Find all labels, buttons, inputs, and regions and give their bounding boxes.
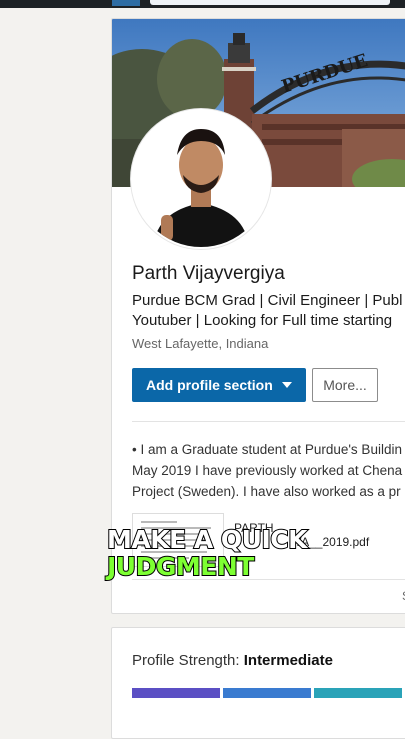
summary-line: • I am a Graduate student at Purdue's Bu… bbox=[132, 442, 402, 457]
strength-meter-segment bbox=[132, 688, 220, 698]
add-profile-section-button[interactable]: Add profile section bbox=[132, 368, 306, 402]
headline-line: Purdue BCM Grad | Civil Engineer | Publ bbox=[132, 292, 403, 309]
document-text-line bbox=[141, 521, 177, 523]
profile-name: Parth Vijayvergiya bbox=[132, 263, 285, 284]
strength-meter-segment bbox=[223, 688, 311, 698]
top-navigation-bar bbox=[0, 0, 405, 8]
caption-line-2: JUDGMENT bbox=[106, 552, 255, 581]
avatar[interactable] bbox=[131, 109, 271, 249]
home-nav-icon[interactable] bbox=[112, 0, 140, 6]
about-summary: • I am a Graduate student at Purdue's Bu… bbox=[132, 439, 405, 502]
strength-meter-segment bbox=[314, 688, 402, 698]
profile-strength-heading: Profile Strength: Intermediate bbox=[132, 652, 333, 669]
more-button[interactable]: More... bbox=[312, 368, 378, 402]
video-caption: MAKE A QUICK JUDGMENT bbox=[106, 525, 309, 581]
profile-headline: Purdue BCM Grad | Civil Engineer | Publ … bbox=[132, 291, 405, 331]
add-profile-section-label: Add profile section bbox=[146, 377, 273, 393]
profile-strength-label: Profile Strength: bbox=[132, 652, 240, 669]
profile-strength-level: Intermediate bbox=[243, 652, 333, 669]
summary-line: May 2019 I have previously worked at Che… bbox=[132, 463, 403, 478]
divider bbox=[132, 421, 405, 422]
summary-line: Project (Sweden). I have also worked as … bbox=[132, 484, 401, 499]
caret-down-icon bbox=[282, 382, 292, 388]
profile-photo bbox=[133, 111, 269, 247]
search-input[interactable] bbox=[150, 0, 390, 5]
profile-location: West Lafayette, Indiana bbox=[132, 336, 269, 351]
caption-line-1: MAKE A QUICK bbox=[106, 525, 309, 554]
profile-strength-card: Profile Strength: Intermediate bbox=[111, 627, 405, 739]
headline-line: Youtuber | Looking for Full time startin… bbox=[132, 312, 393, 329]
